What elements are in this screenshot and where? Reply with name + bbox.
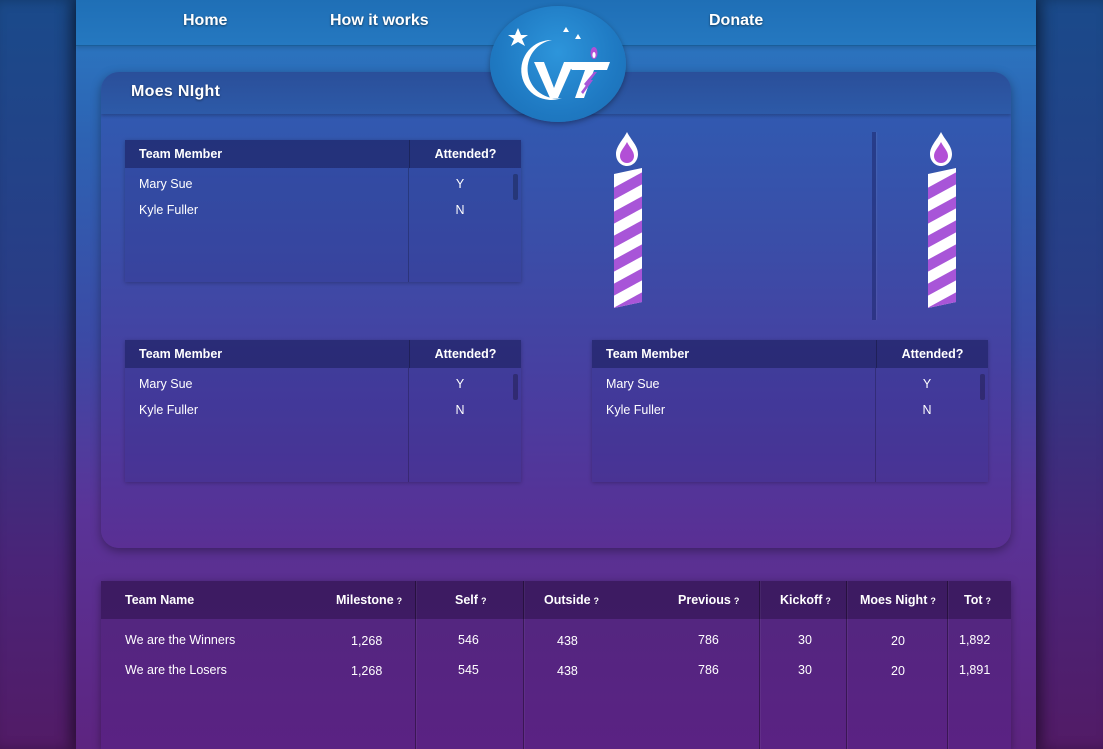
member-name: Mary Sue [139, 177, 193, 191]
column-header-kickoff[interactable]: Kickoff? [780, 593, 831, 607]
column-divider [415, 581, 416, 749]
column-header-label: Tot [964, 593, 983, 607]
column-header-attended[interactable]: Attended? [409, 340, 521, 368]
kickoff-cell: 30 [798, 633, 812, 647]
scrollbar[interactable] [513, 174, 518, 200]
help-icon[interactable]: ? [481, 596, 487, 606]
moes-night-cell: 20 [891, 634, 905, 648]
column-header-label: Outside [544, 593, 591, 607]
right-side-background [1036, 0, 1103, 749]
column-header-team-name[interactable]: Team Name [125, 593, 194, 607]
column-header-moes-night[interactable]: Moes Night? [860, 593, 936, 607]
kickoff-cell: 30 [798, 663, 812, 677]
tot-cell: 1,892 [959, 633, 991, 647]
member-name: Kyle Fuller [139, 403, 199, 417]
scrollbar[interactable] [980, 374, 985, 400]
page-container: Home How it works Donate Moes NIght Team… [76, 0, 1036, 749]
column-header-label: Previous [678, 593, 731, 607]
column-header-self[interactable]: Self? [455, 593, 486, 607]
tot-cell: 1,891 [959, 663, 991, 677]
left-side-background [0, 0, 76, 749]
attendance-table-body: Mary Sue Kyle Fuller Y N [592, 368, 988, 482]
previous-cell: 786 [698, 663, 719, 677]
nav-how-it-works-link[interactable]: How it works [330, 12, 429, 30]
column-header-milestone[interactable]: Milestone? [336, 593, 402, 607]
attendance-table-3: Team Member Attended? Mary Sue Kyle Full… [592, 340, 988, 482]
column-header-label: Milestone [336, 593, 394, 607]
column-divider [759, 581, 760, 749]
member-name: Kyle Fuller [606, 403, 666, 417]
help-icon[interactable]: ? [930, 596, 936, 606]
column-header-attended[interactable]: Attended? [876, 340, 988, 368]
help-icon[interactable]: ? [397, 596, 403, 606]
help-icon[interactable]: ? [986, 596, 992, 606]
moes-night-cell: 20 [891, 664, 905, 678]
column-header-attended[interactable]: Attended? [409, 140, 521, 168]
column-header-team-member[interactable]: Team Member [592, 340, 876, 368]
milestone-cell: 1,268 [351, 634, 383, 648]
outside-cell: 438 [557, 634, 578, 648]
outside-cell: 438 [557, 664, 578, 678]
previous-cell: 786 [698, 633, 719, 647]
team-totals-table: Team Name Milestone? Self? Outside? Prev… [101, 581, 1011, 749]
column-header-label: Kickoff [780, 593, 823, 607]
attendance-table-1: Team Member Attended? Mary Sue Kyle Full… [125, 140, 521, 282]
column-header-label: Self [455, 593, 478, 607]
column-header-team-member[interactable]: Team Member [125, 140, 409, 168]
milestone-cell: 1,268 [351, 664, 383, 678]
attended-value: Y [455, 377, 465, 391]
vertical-divider [872, 132, 876, 320]
member-name: Kyle Fuller [139, 203, 199, 217]
attendance-table-header: Team Member Attended? [592, 340, 988, 368]
scrollbar[interactable] [513, 374, 518, 400]
help-icon[interactable]: ? [594, 596, 600, 606]
team-name-cell: We are the Losers [125, 663, 227, 677]
attended-value: N [455, 203, 465, 217]
attended-value: Y [922, 377, 932, 391]
attendance-table-body: Mary Sue Kyle Fuller Y N [125, 368, 521, 482]
candle-icon [928, 132, 956, 308]
attendance-table-2: Team Member Attended? Mary Sue Kyle Full… [125, 340, 521, 482]
column-divider [947, 581, 948, 749]
column-header-team-member[interactable]: Team Member [125, 340, 409, 368]
self-cell: 546 [458, 633, 479, 647]
team-name-cell: We are the Winners [125, 633, 236, 647]
attendance-table-header: Team Member Attended? [125, 140, 521, 168]
column-header-tot[interactable]: Tot? [964, 593, 991, 607]
attended-value: N [455, 403, 465, 417]
column-header-label: Moes Night [860, 593, 928, 607]
candle-icon [614, 132, 642, 308]
attendance-table-header: Team Member Attended? [125, 340, 521, 368]
attended-value: Y [455, 177, 465, 191]
column-divider [523, 581, 524, 749]
attendance-table-body: Mary Sue Kyle Fuller Y N [125, 168, 521, 282]
attended-value: N [922, 403, 932, 417]
help-icon[interactable]: ? [734, 596, 740, 606]
column-divider [846, 581, 847, 749]
member-name: Mary Sue [139, 377, 193, 391]
nav-home-link[interactable]: Home [183, 12, 227, 30]
member-name: Mary Sue [606, 377, 660, 391]
column-header-previous[interactable]: Previous? [678, 593, 739, 607]
help-icon[interactable]: ? [825, 596, 831, 606]
logo-vt-icon [508, 27, 610, 100]
nav-donate-link[interactable]: Donate [709, 12, 763, 30]
site-logo[interactable] [490, 6, 626, 122]
moes-night-panel: Moes NIght Team Member Attended? Mary Su… [101, 72, 1011, 548]
column-header-outside[interactable]: Outside? [544, 593, 599, 607]
self-cell: 545 [458, 663, 479, 677]
